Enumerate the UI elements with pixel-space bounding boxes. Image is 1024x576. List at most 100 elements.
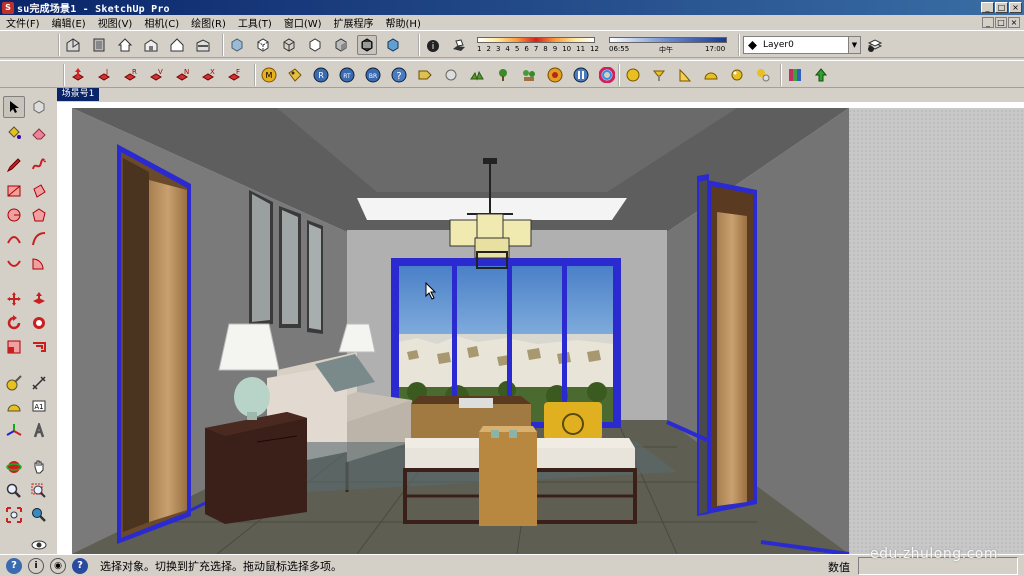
display-shadows-button[interactable] [449,35,469,55]
month-slider-track[interactable] [477,37,595,43]
menu-tools[interactable]: 工具(T) [232,15,278,30]
menu-edit[interactable]: 编辑(E) [46,15,92,30]
model-viewport[interactable] [57,102,1024,554]
ext-sphere-button[interactable] [441,65,461,85]
menu-window[interactable]: 窗口(W) [278,15,328,30]
menu-camera[interactable]: 相机(C) [138,15,185,30]
pan-tool-button[interactable] [28,456,50,478]
menu-draw[interactable]: 绘图(R) [185,15,232,30]
protractor-button[interactable] [3,396,25,418]
spotlight-button[interactable] [649,65,669,85]
zoom-extents-button[interactable] [3,504,25,526]
rotated-rectangle-button[interactable] [28,180,50,202]
ext-tool-n-button[interactable]: N [172,65,192,85]
scene-tab-1[interactable]: 场景号1 [57,88,99,101]
credits-icon[interactable]: i [28,557,44,574]
ext-tag2-button[interactable] [415,65,435,85]
pie-tool-button[interactable] [28,252,50,274]
zoom-window-button[interactable] [28,480,50,502]
layer-manager-button[interactable] [865,35,885,55]
material-editor-button[interactable] [785,65,805,85]
ext-r-button[interactable]: R [311,65,331,85]
rectangle-tool-button[interactable] [3,180,25,202]
monochrome-button[interactable] [383,35,403,55]
look-around-button[interactable] [28,534,50,556]
top-view-button[interactable] [89,35,109,55]
menu-help[interactable]: 帮助(H) [380,15,427,30]
chevron-down-icon[interactable]: ▼ [848,37,860,53]
dome-light-button[interactable] [701,65,721,85]
ext-tool-j-button[interactable]: J [94,65,114,85]
ies-light-button[interactable] [675,65,695,85]
ext-spectrum-button[interactable] [597,65,617,85]
dimension-tool-button[interactable] [28,372,50,394]
menu-extensions[interactable]: 扩展程序 [328,15,380,30]
ext-plant-button[interactable] [519,65,539,85]
rotate-tool-button[interactable] [3,312,25,334]
axes-tool-button[interactable] [3,420,25,442]
light-sphere-button[interactable] [623,65,643,85]
mesh-light-button[interactable] [753,65,773,85]
ext-tool-v-button[interactable]: V [146,65,166,85]
paint-bucket-button[interactable] [3,122,25,144]
polygon-tool-button[interactable] [28,204,50,226]
layer-select[interactable]: Layer0 ▼ [743,36,861,54]
shaded-textures-button[interactable] [357,35,377,55]
zoom-tool-button[interactable] [3,480,25,502]
position-camera-button[interactable] [28,504,50,526]
select-tool-button[interactable] [3,96,25,118]
offset-tool-button[interactable] [28,336,50,358]
three-point-arc-button[interactable] [3,252,25,274]
two-point-arc-button[interactable] [28,228,50,250]
ext-tag-button[interactable] [285,65,305,85]
wireframe-button[interactable] [279,35,299,55]
upload-button[interactable] [811,65,831,85]
ext-m-button[interactable]: M [259,65,279,85]
back-view-button[interactable] [167,35,187,55]
orbit-tool-button[interactable] [3,456,25,478]
doc-minimize-button[interactable]: _ [982,17,994,28]
arc-tool-button[interactable] [3,228,25,250]
scale-tool-button[interactable] [3,336,25,358]
ext-target-button[interactable] [545,65,565,85]
ext-tool-1-button[interactable] [68,65,88,85]
tape-measure-button[interactable] [3,372,25,394]
text-tool-button[interactable]: A1 [28,396,50,418]
month-slider[interactable]: 1 2 3 4 5 6 7 8 9 10 11 12 [475,35,601,55]
geo-location-icon[interactable]: ? [6,557,22,574]
front-view-button[interactable] [115,35,135,55]
xray-button[interactable] [227,35,247,55]
ext-tree-button[interactable] [493,65,513,85]
time-slider-track[interactable] [609,37,727,43]
close-button[interactable]: × [1009,2,1022,13]
hidden-line-button[interactable] [305,35,325,55]
left-view-button[interactable] [193,35,213,55]
ext-tool-r-button[interactable]: R [120,65,140,85]
3d-text-button[interactable] [28,420,50,442]
shaded-button[interactable] [331,35,351,55]
line-tool-button[interactable] [3,154,25,176]
push-pull-button[interactable] [28,288,50,310]
maximize-button[interactable]: □ [995,2,1008,13]
ext-grass-button[interactable] [467,65,487,85]
menu-view[interactable]: 视图(V) [92,15,139,30]
user-icon[interactable]: ◉ [50,557,66,574]
right-view-button[interactable] [141,35,161,55]
eraser-button[interactable] [28,122,50,144]
iso-view-button[interactable] [63,35,83,55]
time-slider[interactable]: 06:55 中午 17:00 [607,35,733,55]
follow-me-button[interactable] [28,312,50,334]
make-component-button[interactable] [28,96,50,118]
ext-tool-f-button[interactable]: F [224,65,244,85]
ext-tool-x-button[interactable]: X [198,65,218,85]
ext-help-button[interactable]: ? [389,65,409,85]
ext-br-button[interactable]: BR [363,65,383,85]
doc-restore-button[interactable]: □ [995,17,1007,28]
move-tool-button[interactable] [3,288,25,310]
shadow-settings-button[interactable]: i [423,35,443,55]
menu-file[interactable]: 文件(F) [0,15,46,30]
ext-pause-button[interactable] [571,65,591,85]
doc-close-button[interactable]: × [1008,17,1020,28]
ext-rt-button[interactable]: RT [337,65,357,85]
minimize-button[interactable]: _ [981,2,994,13]
